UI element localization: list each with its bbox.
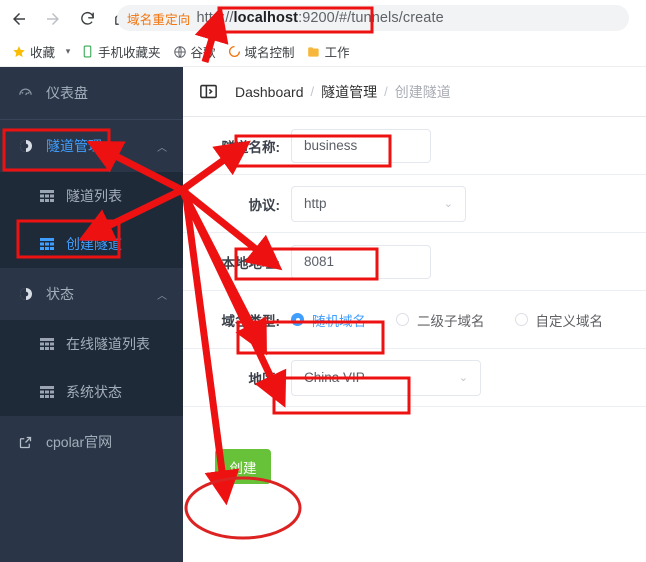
radio-dot-icon (291, 313, 304, 326)
chevron-up-icon[interactable]: ︿ (157, 120, 167, 172)
breadcrumb-item-create-tunnel: 创建隧道 (394, 83, 451, 100)
radio-custom-domain[interactable]: 自定义域名 (514, 310, 604, 330)
radio-subdomain[interactable]: 二级子域名 (396, 310, 485, 330)
sidebar-item-label: 隧道列表 (66, 188, 122, 204)
domain-type-label: 域名类型: (221, 313, 281, 329)
sidebar-item-tunnel-management[interactable]: 隧道管理 ︿ (0, 120, 183, 172)
domain-icon (228, 45, 241, 58)
bookmark-label: 谷歌 (190, 46, 216, 60)
bookmark-dropdown-caret-icon[interactable]: ▾ (61, 41, 75, 63)
browser-toolbar: 域名重定向 http://localhost:9200/#/tunnels/cr… (0, 0, 646, 37)
sidebar-item-status[interactable]: 状态 ︿ (0, 268, 183, 320)
bookmark-label: 域名控制 (244, 46, 295, 60)
region-label: 地区: (248, 371, 281, 387)
local-address-label: 本地地址: (221, 255, 281, 271)
radio-label: 随机域名 (312, 313, 366, 329)
bookmark-domain-console[interactable]: 域名控制 (222, 41, 301, 63)
breadcrumb-bar: Dashboard / 隧道管理 / 创建隧道 (183, 67, 646, 117)
form-row-protocol: 协议: http ⌄ (183, 175, 646, 233)
address-bar-text: http://localhost:9200/#/tunnels/create (197, 10, 444, 26)
url-path: :9200/#/tunnels/create (298, 10, 444, 26)
form-row-tunnel-name: 隧道名称: business (183, 117, 646, 175)
sidebar-item-label: 创建隧道 (66, 236, 122, 252)
bookmark-work[interactable]: 工作 (301, 41, 356, 63)
sidebar-item-system-status[interactable]: 系统状态 (0, 368, 183, 416)
grid-icon (40, 190, 66, 202)
url-redirect-tag: 域名重定向 (127, 12, 191, 27)
form-row-local-address: 本地地址: 8081 (183, 233, 646, 291)
form-row-domain-type: 域名类型: 随机域名 二级子域名 自定义域名 (183, 291, 646, 349)
tunnel-name-label: 隧道名称: (221, 139, 281, 155)
create-button[interactable]: 创建 (215, 449, 271, 484)
sidebar-item-dashboard[interactable]: 仪表盘 (0, 67, 183, 119)
bookmark-label: 收藏 (30, 46, 56, 60)
sidebar-item-label: 系统状态 (66, 384, 122, 400)
radio-dot-icon (514, 313, 528, 326)
region-select[interactable]: China VIP ⌄ (291, 359, 481, 396)
breadcrumb-separator: / (310, 84, 315, 99)
dashboard-icon (18, 86, 44, 101)
bookmark-favorites[interactable]: 收藏 (6, 41, 61, 63)
chevron-down-icon[interactable]: ⌄ (444, 197, 453, 210)
radio-random-domain[interactable]: 随机域名 (291, 310, 366, 330)
radio-label: 自定义域名 (535, 313, 604, 329)
star-icon (12, 45, 26, 59)
tunnel-icon (18, 138, 44, 154)
bookmark-google[interactable]: 谷歌 (167, 41, 222, 63)
chevron-down-icon[interactable]: ⌄ (459, 371, 468, 384)
protocol-selected-value: http (304, 196, 327, 211)
url-host: localhost (233, 10, 299, 26)
sidebar-item-label: 仪表盘 (46, 85, 88, 101)
globe-icon (173, 45, 187, 59)
radio-label: 二级子域名 (417, 313, 485, 329)
protocol-label: 协议: (248, 197, 281, 213)
form-row-region: 地区: China VIP ⌄ (183, 349, 646, 407)
local-address-input[interactable]: 8081 (291, 244, 431, 279)
region-selected-value: China VIP (304, 370, 365, 385)
url-scheme: http:// (196, 10, 234, 26)
tunnel-name-input[interactable]: business (291, 128, 431, 163)
sidebar-item-cpolar-website[interactable]: cpolar官网 (0, 416, 183, 468)
status-icon (18, 286, 44, 302)
sidebar-item-label: 状态 (46, 286, 74, 302)
menu-collapse-icon[interactable] (197, 81, 219, 103)
breadcrumb-separator: / (384, 84, 388, 99)
bookmarks-bar: 收藏 ▾ 手机收藏夹 谷歌 域名控制 工作 (0, 37, 646, 67)
grid-icon (40, 386, 66, 398)
chevron-up-icon[interactable]: ︿ (157, 268, 167, 320)
form-actions: 创建 (183, 407, 646, 484)
bookmark-label: 工作 (324, 46, 350, 60)
reload-icon[interactable] (72, 4, 102, 34)
sidebar-item-create-tunnel[interactable]: 创建隧道 (0, 220, 183, 268)
sidebar-item-label: cpolar官网 (46, 434, 113, 450)
breadcrumb-item-tunnel-management[interactable]: 隧道管理 (321, 82, 377, 102)
folder-icon (307, 45, 321, 59)
sidebar-item-label: 隧道管理 (46, 138, 102, 154)
sidebar: 仪表盘 隧道管理 ︿ 隧道列表 创建隧道 状态 ︿ 在线隧道列表 系统状态 cp… (0, 67, 183, 562)
back-arrow-icon[interactable] (4, 4, 34, 34)
main-content: Dashboard / 隧道管理 / 创建隧道 隧道名称: business 协… (183, 67, 646, 562)
create-tunnel-form: 隧道名称: business 协议: http ⌄ 本地地址: 8081 域名类… (183, 117, 646, 484)
sidebar-item-label: 在线隧道列表 (66, 336, 150, 352)
address-bar[interactable]: 域名重定向 http://localhost:9200/#/tunnels/cr… (117, 5, 629, 31)
breadcrumb-item-dashboard[interactable]: Dashboard (235, 84, 304, 100)
forward-arrow-icon[interactable] (38, 4, 68, 34)
domain-type-radio-group: 随机域名 二级子域名 自定义域名 (291, 310, 633, 330)
bookmark-label: 手机收藏夹 (98, 46, 161, 60)
external-link-icon (18, 435, 44, 450)
protocol-select[interactable]: http ⌄ (291, 185, 466, 222)
grid-icon (40, 238, 66, 250)
phone-icon (81, 45, 94, 58)
bookmark-mobile-favorites[interactable]: 手机收藏夹 (75, 41, 167, 63)
sidebar-item-tunnel-list[interactable]: 隧道列表 (0, 172, 183, 220)
radio-dot-icon (396, 313, 409, 326)
screenshot-root: 域名重定向 http://localhost:9200/#/tunnels/cr… (0, 0, 646, 562)
grid-icon (40, 338, 66, 350)
sidebar-item-online-tunnel-list[interactable]: 在线隧道列表 (0, 320, 183, 368)
